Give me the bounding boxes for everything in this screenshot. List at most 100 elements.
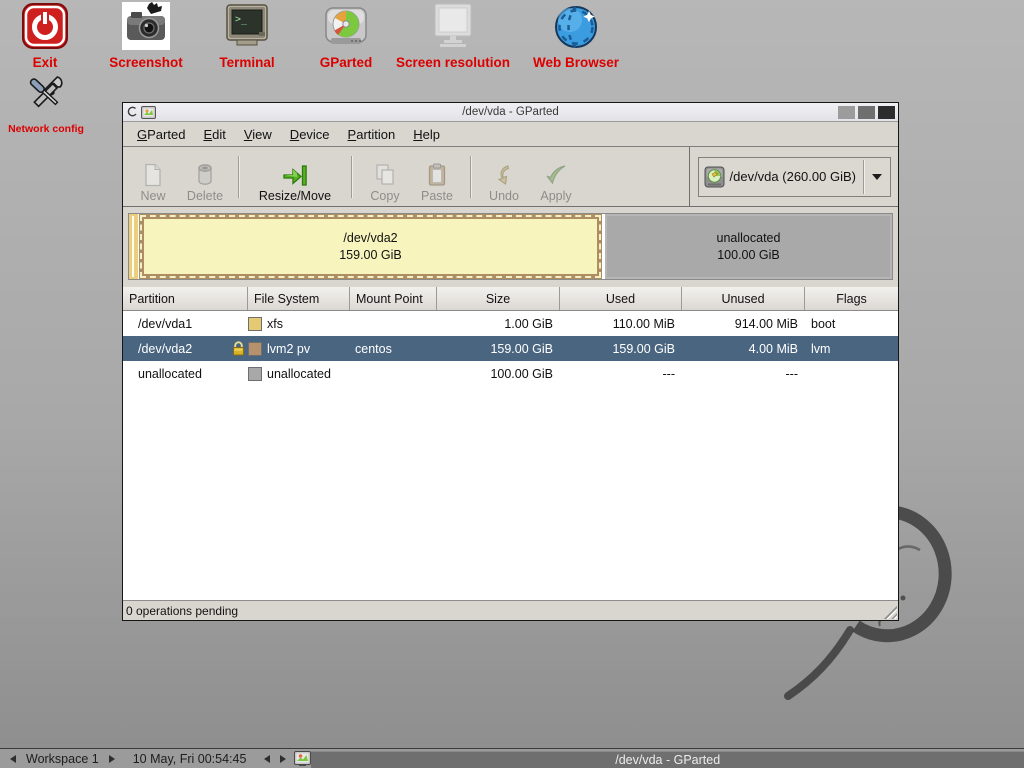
cell-unused: --- bbox=[682, 361, 805, 386]
filesystem-color-swatch bbox=[248, 342, 262, 356]
resize-move-button[interactable]: Resize/Move bbox=[246, 151, 344, 203]
menu-partition[interactable]: Partition bbox=[339, 124, 405, 145]
cell-unused: 4.00 MiB bbox=[682, 336, 805, 361]
device-selector[interactable]: /dev/vda (260.00 GiB) bbox=[698, 157, 891, 197]
camera-icon bbox=[91, 2, 201, 50]
partition-segment-unallocated[interactable]: unallocated 100.00 GiB bbox=[605, 214, 892, 279]
cell-filesystem: unallocated bbox=[267, 367, 331, 381]
workspace-next-icon[interactable] bbox=[109, 755, 115, 763]
partition-segment-vda1[interactable] bbox=[129, 214, 138, 279]
partition-visual-bar: /dev/vda2 159.00 GiB unallocated 100.00 … bbox=[128, 213, 893, 280]
task-prev-icon[interactable] bbox=[264, 755, 270, 763]
menu-help[interactable]: Help bbox=[404, 124, 449, 145]
menu-view[interactable]: View bbox=[235, 124, 281, 145]
pending-operations-status: 0 operations pending bbox=[126, 604, 238, 618]
copy-button[interactable]: Copy bbox=[359, 151, 411, 203]
toolbar-label: Delete bbox=[187, 189, 223, 203]
cell-partition: /dev/vda1 bbox=[123, 311, 248, 336]
window-maximize-button[interactable] bbox=[858, 106, 875, 119]
apply-button[interactable]: Apply bbox=[530, 151, 582, 203]
desktop-icon-web-browser[interactable]: Web Browser bbox=[516, 2, 636, 70]
cell-unused: 914.00 MiB bbox=[682, 311, 805, 336]
menu-edit[interactable]: Edit bbox=[194, 124, 234, 145]
cell-partition: /dev/vda2 bbox=[138, 342, 192, 356]
desktop-icon-label: Screenshot bbox=[91, 55, 201, 70]
cell-mount-point bbox=[350, 311, 437, 336]
globe-icon bbox=[516, 2, 636, 50]
desktop-icon-exit[interactable]: Exit bbox=[0, 2, 100, 70]
desktop-icon-label: Network config bbox=[0, 123, 101, 135]
column-header-partition[interactable]: Partition bbox=[123, 287, 248, 310]
desktop-icon-screen-resolution[interactable]: Screen resolution bbox=[388, 2, 518, 70]
cell-mount-point: centos bbox=[350, 336, 437, 361]
taskbar-clock: 10 May, Fri 00:54:45 bbox=[133, 752, 247, 766]
menu-device[interactable]: Device bbox=[281, 124, 339, 145]
partition-table-body: /dev/vda1 xfs 1.00 GiB 110.00 MiB 914.00… bbox=[123, 311, 898, 600]
desktop-icon-screenshot[interactable]: Screenshot bbox=[91, 2, 201, 70]
cell-used: 159.00 GiB bbox=[560, 336, 682, 361]
apply-check-icon bbox=[544, 161, 568, 189]
new-partition-button[interactable]: New bbox=[127, 151, 179, 203]
table-row-unallocated[interactable]: unallocated unallocated 100.00 GiB --- -… bbox=[123, 361, 898, 386]
disk-icon bbox=[704, 166, 725, 188]
resize-grip[interactable] bbox=[882, 604, 897, 619]
monitor-icon bbox=[388, 2, 518, 50]
window-minimize-button[interactable] bbox=[838, 106, 855, 119]
partition-visual-area: /dev/vda2 159.00 GiB unallocated 100.00 … bbox=[123, 207, 898, 287]
partition-segment-vda2-selected[interactable]: /dev/vda2 159.00 GiB bbox=[139, 214, 602, 279]
window-titlebar[interactable]: /dev/vda - GParted bbox=[123, 103, 898, 122]
taskbar: Workspace 1 10 May, Fri 00:54:45 /dev/vd… bbox=[0, 748, 1024, 768]
paste-button[interactable]: Paste bbox=[411, 151, 463, 203]
cell-size: 159.00 GiB bbox=[437, 336, 560, 361]
cell-flags bbox=[805, 361, 898, 386]
undo-arrow-icon bbox=[494, 161, 514, 189]
gparted-window: /dev/vda - GParted GParted Edit View Dev… bbox=[122, 102, 899, 621]
cell-filesystem: lvm2 pv bbox=[267, 342, 310, 356]
window-close-button[interactable] bbox=[878, 106, 895, 119]
desktop-icon-network-config[interactable]: Network config bbox=[0, 70, 101, 135]
window-title: /dev/vda - GParted bbox=[123, 106, 898, 118]
delete-icon bbox=[194, 161, 216, 189]
toolbar-label: Copy bbox=[370, 189, 399, 203]
desktop-icon-label: Exit bbox=[0, 55, 100, 70]
desktop-icon-terminal[interactable]: >_ Terminal bbox=[192, 2, 302, 70]
chevron-down-icon bbox=[872, 174, 882, 180]
toolbar-label: New bbox=[140, 189, 165, 203]
toolbar-separator bbox=[238, 156, 239, 198]
desktop-icon-label: GParted bbox=[291, 55, 401, 70]
column-header-file-system[interactable]: File System bbox=[248, 287, 350, 310]
column-header-mount-point[interactable]: Mount Point bbox=[350, 287, 437, 310]
column-header-used[interactable]: Used bbox=[560, 287, 682, 310]
taskbar-window-button[interactable]: /dev/vda - GParted bbox=[311, 751, 1024, 768]
taskbar-app-icon[interactable] bbox=[294, 751, 311, 766]
desktop-icon-label: Terminal bbox=[192, 55, 302, 70]
workspace-prev-icon[interactable] bbox=[10, 755, 16, 763]
cell-filesystem: xfs bbox=[267, 317, 283, 331]
gparted-disk-icon bbox=[291, 2, 401, 50]
segment-size: 100.00 GiB bbox=[717, 247, 780, 264]
cell-size: 100.00 GiB bbox=[437, 361, 560, 386]
column-header-flags[interactable]: Flags bbox=[805, 287, 898, 310]
table-row-vda1[interactable]: /dev/vda1 xfs 1.00 GiB 110.00 MiB 914.00… bbox=[123, 311, 898, 336]
taskbar-window-title: /dev/vda - GParted bbox=[615, 753, 720, 767]
titlebar-swirl-icon bbox=[126, 106, 138, 118]
undo-button[interactable]: Undo bbox=[478, 151, 530, 203]
lock-icon bbox=[232, 341, 245, 356]
device-selector-value: /dev/vda (260.00 GiB) bbox=[730, 169, 858, 184]
column-header-size[interactable]: Size bbox=[437, 287, 560, 310]
workspace-label[interactable]: Workspace 1 bbox=[26, 752, 99, 766]
copy-icon bbox=[374, 161, 397, 189]
column-header-unused[interactable]: Unused bbox=[682, 287, 805, 310]
terminal-icon: >_ bbox=[192, 2, 302, 50]
menu-gparted[interactable]: GParted bbox=[128, 124, 194, 145]
task-next-icon[interactable] bbox=[280, 755, 286, 763]
desktop-icon-gparted[interactable]: GParted bbox=[291, 2, 401, 70]
status-bar: 0 operations pending bbox=[123, 600, 898, 620]
device-selector-region: /dev/vda (260.00 GiB) bbox=[689, 147, 898, 206]
cell-partition: unallocated bbox=[123, 361, 248, 386]
toolbar-label: Undo bbox=[489, 189, 519, 203]
cell-flags: lvm bbox=[805, 336, 898, 361]
table-row-vda2-selected[interactable]: /dev/vda2 lvm2 pv centos 159.00 GiB 159.… bbox=[123, 336, 898, 361]
delete-partition-button[interactable]: Delete bbox=[179, 151, 231, 203]
cell-mount-point bbox=[350, 361, 437, 386]
